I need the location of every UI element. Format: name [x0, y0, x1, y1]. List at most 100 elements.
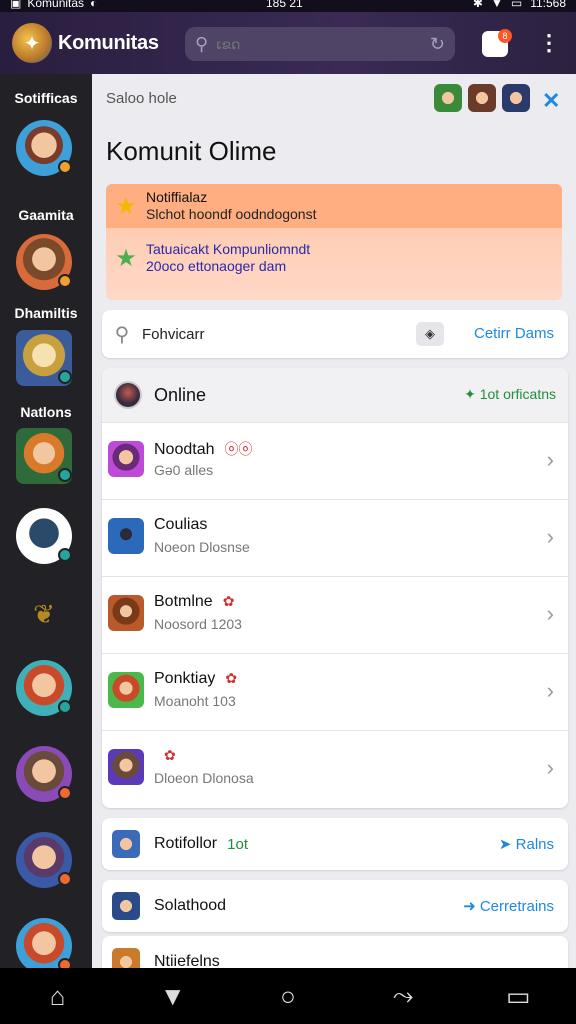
chevron-right-icon: ›	[546, 601, 554, 626]
sidebar-label-1: Sotifficas	[14, 90, 78, 106]
filter-card[interactable]: ⚲ Fohvicarr ◈ Cetirr Dams	[102, 310, 568, 358]
notification-subtitle: 20oco ettonaoger dam	[146, 258, 287, 274]
member-name: Coulias	[154, 516, 208, 533]
card-action[interactable]: ➤ Ralns	[499, 835, 554, 853]
notification-item[interactable]: ★ Notiffialaz Slchot hoondf oodndogonst	[106, 184, 562, 228]
sidebar-avatar-2[interactable]	[16, 234, 72, 290]
tag-icon[interactable]: ◈	[416, 322, 444, 346]
wifi-icon: ▼	[490, 0, 503, 10]
app-title: Komunitas	[58, 31, 159, 54]
main-content: Saloo hole ✕ Komunit Olime ★ Notiffialaz…	[92, 74, 576, 968]
online-action[interactable]: ✦ 1ot orficatns	[464, 386, 556, 403]
member-meta: Noosord 1203	[154, 616, 242, 632]
sidebar-avatar-3[interactable]	[16, 330, 72, 386]
key-icon: ⚲	[114, 323, 130, 346]
member-tags: ✿	[222, 593, 235, 609]
notification-card: ★ Notiffialaz Slchot hoondf oodndogonst …	[106, 184, 562, 300]
search-bar[interactable]: ⚲ ↻	[185, 27, 455, 61]
status-left: ▣ Komunitas ◐	[10, 0, 97, 9]
card-title: Rotifollor	[154, 835, 218, 852]
filter-link[interactable]: Cetirr Dams	[474, 325, 554, 342]
notification-title: Tatuaicakt Kompunliomndt	[146, 241, 311, 257]
list-card[interactable]: Rotifollor 1ot ➤ Ralns	[102, 818, 568, 870]
online-title: Online	[154, 384, 207, 405]
card-title: Ntiiefelns	[154, 953, 220, 968]
member-row[interactable]: Ponktiay ✿ Moanoht 103 ›	[102, 653, 568, 730]
card-avatar	[112, 830, 140, 858]
member-row[interactable]: Coulias Noeon Dlosnse ›	[102, 499, 568, 576]
sidebar-avatar-5[interactable]	[16, 508, 72, 564]
online-header: Online ✦ 1ot orficatns	[102, 368, 568, 422]
status-right: ✱ ▼ ▭ 11:568	[473, 0, 566, 9]
refresh-icon[interactable]: ↻	[430, 34, 445, 55]
star-icon: ★	[115, 244, 137, 272]
notification-title: Notiffialaz	[146, 189, 208, 205]
notification-count-badge: 8	[498, 29, 512, 43]
member-row[interactable]: Botmlne ✿ Noosord 1203 ›	[102, 576, 568, 653]
status-app-name: Komunitas	[27, 0, 85, 10]
member-tags: ⓞⓞ	[224, 441, 253, 457]
card-avatar	[112, 892, 140, 920]
header-avatar-3[interactable]	[502, 84, 530, 112]
list-card[interactable]: Ntiiefelns	[102, 936, 568, 968]
share-icon[interactable]: ⤳	[373, 980, 433, 1012]
member-avatar	[108, 441, 144, 477]
card-badge: 1ot	[227, 835, 248, 853]
member-row[interactable]: Noodtah ⓞⓞ Gə0 alles ›	[102, 422, 568, 499]
member-tags: ✿	[164, 747, 176, 763]
member-avatar	[108, 672, 144, 708]
sidebar-label-4: Natlons	[20, 404, 72, 420]
search-input[interactable]	[216, 36, 407, 52]
circle-home-icon[interactable]: ○	[258, 981, 318, 1012]
member-meta: Gə0 alles	[154, 462, 214, 478]
member-tags: ✿	[225, 670, 238, 686]
sidebar-avatar-7[interactable]	[16, 746, 72, 802]
breadcrumb[interactable]: Saloo hole	[106, 90, 177, 107]
card-avatar	[112, 948, 140, 968]
more-vert-icon[interactable]: ⋮	[538, 30, 560, 56]
card-action-label: Cerretrains	[479, 898, 554, 915]
system-nav-bar: ⌂ ▼ ○ ⤳ ▭	[0, 968, 576, 1024]
card-action[interactable]: ➜ Cerretrains	[463, 897, 554, 915]
member-meta: Dloeon Dlonosa	[154, 770, 254, 786]
online-action-label: 1ot orficatns	[479, 386, 556, 402]
search-icon: ⚲	[195, 33, 209, 54]
header-avatar-2[interactable]	[468, 84, 496, 112]
app-logo-icon: ✦	[12, 23, 52, 63]
sidebar-label-2: Gaamita	[18, 207, 74, 223]
signal-icon: ✱	[472, 0, 483, 10]
list-card[interactable]: Solathood ➜ Cerretrains	[102, 880, 568, 932]
app-root: ▣ Komunitas ◐ 185 21 ✱ ▼ ▭ 11:568 ✦ Komu…	[0, 0, 576, 1024]
recents-icon[interactable]: ▭	[488, 981, 548, 1012]
back-icon[interactable]: ▼	[143, 981, 203, 1012]
chevron-right-icon: ›	[546, 447, 554, 472]
online-avatar	[114, 381, 142, 409]
chevron-right-icon: ›	[546, 678, 554, 703]
app-bar: ✦ Komunitas ⚲ ↻ 8 ⋮	[0, 12, 576, 74]
card-title: Solathood	[154, 897, 227, 914]
member-name: Botmlne	[154, 593, 213, 610]
sidebar: Sotifficas Gaamita Dhamiltis Natlons ❦	[0, 74, 92, 968]
sidebar-emblem-icon[interactable]: ❦	[16, 586, 72, 642]
header-avatar-1[interactable]	[434, 84, 462, 112]
home-icon[interactable]: ⌂	[28, 981, 88, 1012]
close-icon[interactable]: ✕	[542, 88, 560, 114]
sidebar-avatar-4[interactable]	[16, 428, 72, 484]
sidebar-avatar-1[interactable]	[16, 120, 72, 176]
notifications-button[interactable]: 8	[482, 29, 512, 57]
header-avatars	[434, 84, 530, 112]
sidebar-avatar-6[interactable]	[16, 660, 72, 716]
member-meta: Moanoht 103	[154, 693, 236, 709]
sidebar-label-3: Dhamiltis	[14, 305, 78, 321]
member-name: Ponktiay	[154, 670, 216, 687]
battery-icon: ▭	[510, 0, 523, 10]
messenger-icon: ◐	[90, 0, 98, 10]
filter-label: Fohvicarr	[142, 325, 205, 343]
page-title: Komunit Olime	[106, 136, 277, 166]
member-meta: Noeon Dlosnse	[154, 539, 250, 555]
member-name: Noodtah	[154, 441, 215, 458]
member-row[interactable]: ✿ Dloeon Dlonosa ›	[102, 730, 568, 807]
notification-item[interactable]: ★ Tatuaicakt Kompunliomndt 20oco ettonao…	[106, 236, 562, 280]
sidebar-avatar-9[interactable]	[16, 918, 72, 968]
sidebar-avatar-8[interactable]	[16, 832, 72, 888]
